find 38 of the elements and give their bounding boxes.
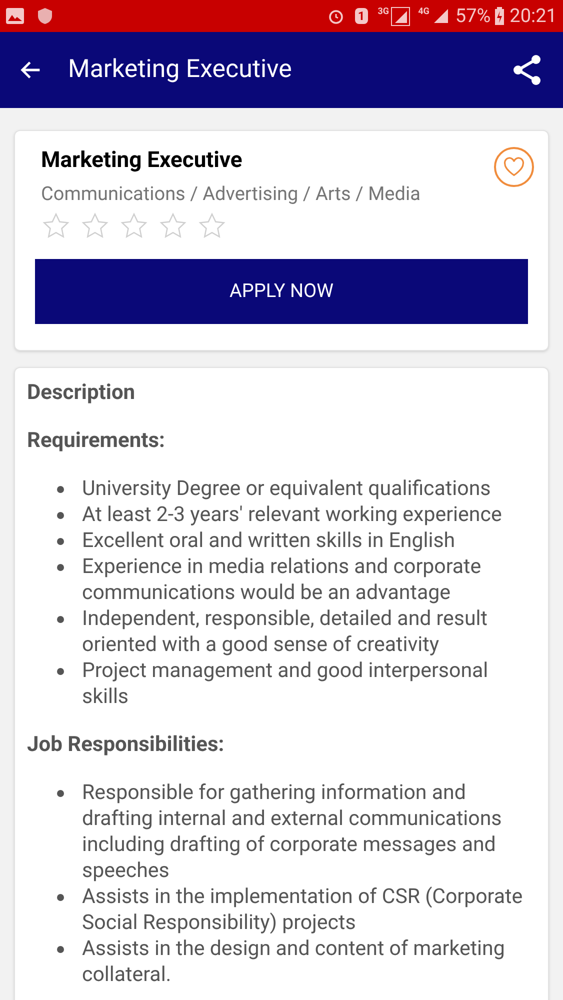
list-item: Assists in the implementation of CSR (Corporate Social Responsibility) projects bbox=[82, 884, 524, 936]
bullet-icon bbox=[57, 616, 64, 623]
list-item: Independent, responsible, detailed and result oriented with a good sense of creativity bbox=[82, 606, 488, 658]
job-category: Communications / Advertising / Arts / Media bbox=[41, 182, 422, 206]
battery-percent: 57% bbox=[455, 2, 491, 29]
image-icon bbox=[6, 8, 24, 24]
shield-icon bbox=[36, 7, 54, 25]
apply-button[interactable]: APPLY NOW bbox=[35, 259, 528, 324]
sim-indicator: 1 bbox=[354, 8, 368, 24]
list-item: Excellent oral and written skills in English bbox=[82, 528, 456, 554]
bullet-icon bbox=[57, 564, 64, 571]
favorite-button[interactable] bbox=[494, 147, 534, 187]
bullet-icon bbox=[57, 668, 64, 675]
list-item: At least 2-3 years' relevant working experience bbox=[82, 502, 502, 528]
bullet-icon bbox=[57, 946, 64, 953]
bullet-icon bbox=[57, 512, 64, 519]
bullet-icon bbox=[57, 790, 64, 797]
section-heading: Requirements: bbox=[27, 428, 166, 454]
signal-icon bbox=[391, 6, 410, 26]
list-item: Assists in the design and content of marketing collateral. bbox=[82, 936, 506, 988]
app-bar-title: Marketing Executive bbox=[68, 54, 293, 86]
list-item: Responsible for gathering information and drafting internal and external communications including drafting of corporate messages and speeches bbox=[82, 780, 503, 884]
list-item: Project management and good interpersonal skills bbox=[82, 658, 490, 710]
bullet-icon bbox=[57, 894, 64, 901]
bullet-icon bbox=[57, 486, 64, 493]
section-heading: Description bbox=[27, 380, 136, 406]
bullet-icon bbox=[57, 538, 64, 545]
list-item: Experience in media relations and corporate communications would be an advantage bbox=[82, 554, 482, 606]
alarm-icon bbox=[326, 7, 345, 25]
network-type: 3G bbox=[378, 6, 390, 19]
list-item: University Degree or equivalent qualifications bbox=[82, 476, 491, 502]
heart-icon bbox=[503, 157, 525, 177]
clock: 20:21 bbox=[510, 2, 557, 29]
signal-icon bbox=[433, 8, 450, 24]
section-heading: Job Responsibilities: bbox=[27, 732, 226, 758]
battery-icon bbox=[494, 7, 504, 25]
network-type: 4G bbox=[418, 6, 430, 19]
job-title: Marketing Executive bbox=[41, 147, 244, 175]
